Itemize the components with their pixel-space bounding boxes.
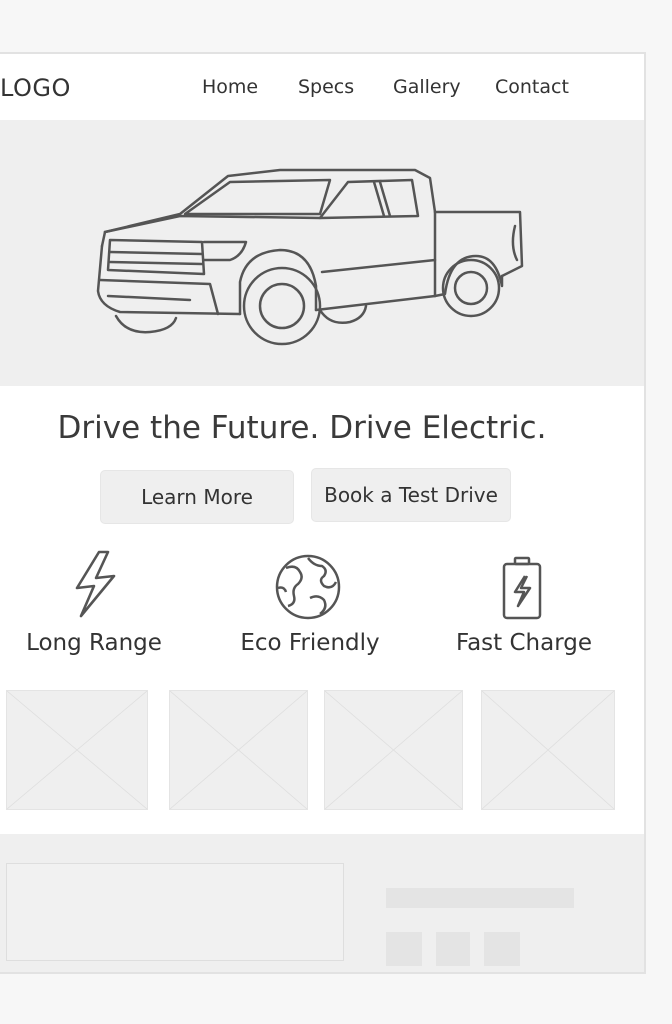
gallery-image-placeholder[interactable]: [169, 690, 308, 810]
footer-text-placeholder: [386, 888, 574, 908]
footer-social-icon-placeholder[interactable]: [484, 932, 520, 966]
image-placeholder-icon: [7, 691, 147, 809]
image-placeholder-icon: [325, 691, 462, 809]
battery-charge-icon: [502, 556, 542, 620]
learn-more-button[interactable]: Learn More: [100, 470, 294, 524]
site-footer: [0, 834, 644, 972]
nav-contact[interactable]: Contact: [495, 76, 569, 98]
feature-long-range-label: Long Range: [26, 630, 162, 656]
lightning-bolt-icon: [75, 550, 116, 618]
page-frame: LOGO Home Specs Gallery Contact Drive th…: [0, 52, 646, 974]
nav-gallery[interactable]: Gallery: [393, 76, 461, 98]
image-placeholder-icon: [482, 691, 614, 809]
site-logo[interactable]: LOGO: [0, 74, 71, 102]
image-placeholder-icon: [170, 691, 307, 809]
globe-icon: [275, 554, 341, 620]
footer-content-placeholder: [6, 863, 344, 961]
gallery-image-placeholder[interactable]: [6, 690, 148, 810]
gallery-image-placeholder[interactable]: [324, 690, 463, 810]
site-header: LOGO Home Specs Gallery Contact: [0, 54, 644, 120]
feature-fast-charge-label: Fast Charge: [455, 630, 593, 656]
footer-social-icon-placeholder[interactable]: [386, 932, 422, 966]
hero-banner: [0, 120, 644, 386]
feature-eco-friendly-label: Eco Friendly: [240, 630, 380, 656]
footer-social-icon-placeholder[interactable]: [436, 932, 470, 966]
hero-headline: Drive the Future. Drive Electric.: [57, 410, 547, 446]
book-test-drive-button[interactable]: Book a Test Drive: [311, 468, 511, 522]
pickup-truck-illustration: [96, 168, 524, 346]
nav-specs[interactable]: Specs: [298, 76, 354, 98]
gallery-image-placeholder[interactable]: [481, 690, 615, 810]
nav-home[interactable]: Home: [202, 76, 258, 98]
